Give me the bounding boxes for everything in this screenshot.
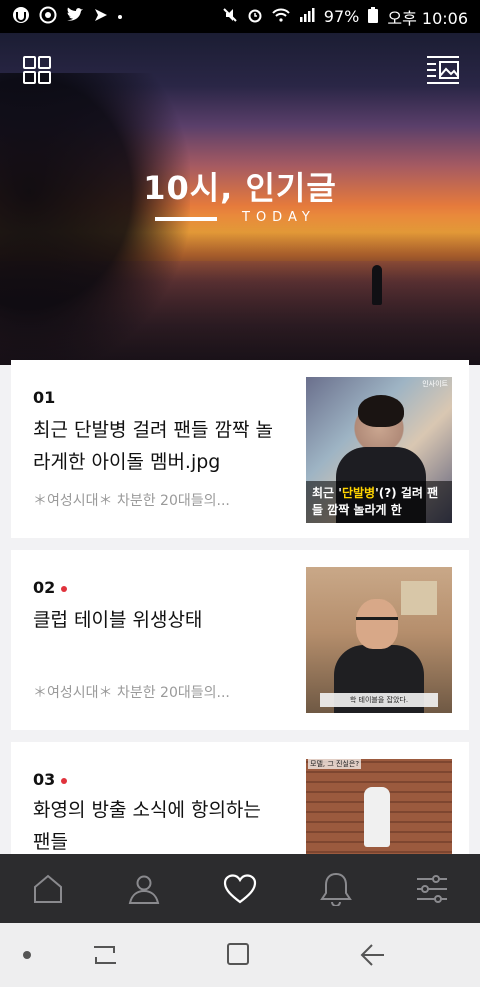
bottom-nav bbox=[0, 854, 480, 923]
thumb-caption: 학 테이블을 잡았다. bbox=[320, 693, 438, 707]
post-card[interactable]: 02 클럽 테이블 위생상태 ＊여성시대＊ 차분한 20대들의... 학 테이블… bbox=[11, 550, 469, 730]
battery-percent: 97% bbox=[323, 7, 360, 26]
hero-silhouette bbox=[372, 265, 382, 305]
clock: 오후 10:06 bbox=[387, 8, 468, 28]
new-indicator-dot bbox=[61, 777, 68, 784]
mute-icon bbox=[222, 7, 238, 26]
post-card[interactable]: 01 최근 단발병 걸려 팬들 깜짝 놀라게한 아이돌 멤버.jpg ＊여성시대… bbox=[11, 360, 469, 538]
hero-subtitle: TODAY bbox=[242, 210, 316, 225]
new-indicator-dot bbox=[61, 585, 68, 592]
post-card[interactable]: 03 화영의 방출 소식에 항의하는 팬들 모델, 그 진실은? bbox=[11, 742, 469, 872]
thumb-shelf bbox=[401, 581, 437, 615]
thumb-tag: 인사이트 bbox=[422, 380, 448, 388]
post-meta: ＊여성시대＊ 차분한 20대들의... bbox=[33, 685, 230, 701]
system-nav-bar bbox=[0, 923, 480, 987]
thumb-person bbox=[364, 787, 390, 847]
post-rank: 01 bbox=[33, 388, 56, 407]
post-thumbnail[interactable]: 인사이트 최근 '단발병'(?) 걸려 팬들 깜짝 놀라게 한 bbox=[306, 377, 452, 523]
post-title: 클럽 테이블 위생상태 bbox=[33, 609, 203, 631]
back-icon[interactable] bbox=[360, 943, 386, 967]
home-icon[interactable] bbox=[23, 864, 73, 914]
hero-banner: 10시, 인기글 TODAY bbox=[0, 33, 480, 365]
post-meta: ＊여성시대＊ 차분한 20대들의... bbox=[33, 493, 230, 509]
app-icon bbox=[12, 6, 30, 27]
target-icon bbox=[39, 6, 57, 27]
check-icon bbox=[93, 7, 109, 26]
settings-sliders-icon[interactable] bbox=[407, 864, 457, 914]
thumb-caption-prefix: 최근 ' bbox=[312, 486, 342, 500]
post-rank-number: 02 bbox=[33, 578, 56, 597]
thumb-hair bbox=[358, 395, 404, 427]
post-rank: 03 bbox=[33, 770, 68, 789]
home-square-icon[interactable] bbox=[226, 942, 250, 966]
dot-icon bbox=[22, 950, 32, 960]
thumb-caption-highlight: 단발병 bbox=[341, 486, 376, 500]
battery-icon bbox=[368, 7, 379, 26]
status-right: 97% 오후 10:06 bbox=[222, 5, 468, 29]
recent-apps-icon[interactable] bbox=[92, 943, 118, 967]
wifi-icon bbox=[272, 8, 290, 25]
post-title: 화영의 방출 소식에 항의하는 팬들 bbox=[33, 799, 261, 853]
post-rank: 02 bbox=[33, 578, 68, 597]
bell-icon[interactable] bbox=[311, 864, 361, 914]
dot-icon bbox=[118, 14, 122, 19]
thumb-caption: 최근 '단발병'(?) 걸려 팬들 깜짝 놀라게 한 bbox=[306, 481, 452, 523]
thumb-glasses bbox=[356, 617, 398, 625]
post-thumbnail[interactable]: 학 테이블을 잡았다. bbox=[306, 567, 452, 713]
heart-icon[interactable] bbox=[215, 864, 265, 914]
post-rank-number: 03 bbox=[33, 770, 56, 789]
twitter-icon bbox=[66, 7, 84, 26]
status-bar: 97% 오후 10:06 bbox=[0, 0, 480, 33]
hero-underline bbox=[155, 217, 217, 221]
alarm-icon bbox=[247, 7, 263, 26]
thumb-caption: 모델, 그 진실은? bbox=[308, 759, 362, 769]
post-title: 최근 단발병 걸려 팬들 깜짝 놀라게한 아이돌 멤버.jpg bbox=[33, 419, 273, 473]
hero-title: 10시, 인기글 bbox=[143, 169, 337, 207]
profile-icon[interactable] bbox=[119, 864, 169, 914]
signal-icon bbox=[299, 8, 315, 25]
grid-menu-icon[interactable] bbox=[20, 53, 54, 87]
gallery-list-icon[interactable] bbox=[426, 53, 460, 87]
status-left bbox=[12, 6, 122, 27]
